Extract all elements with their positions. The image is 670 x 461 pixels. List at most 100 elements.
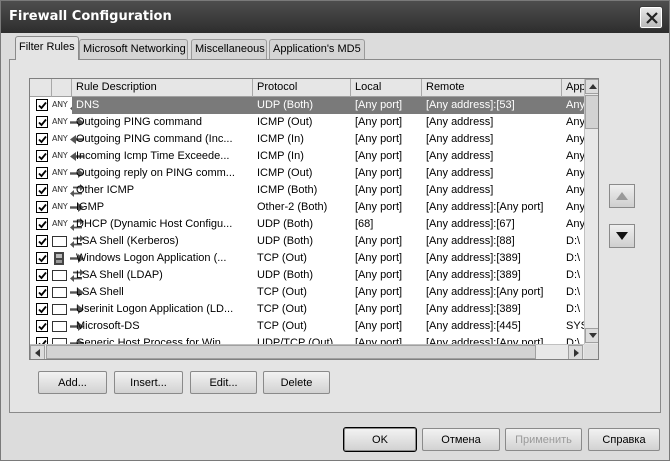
checkmark-icon xyxy=(38,254,47,263)
close-button[interactable] xyxy=(639,6,663,29)
cell-app: D:\ xyxy=(566,286,581,298)
header-check-column[interactable] xyxy=(30,79,52,97)
scroll-up-button[interactable] xyxy=(585,79,598,94)
scroll-right-button[interactable] xyxy=(568,345,583,359)
table-row[interactable]: ANY IGMP Other-2 (Both) [Any port] [Any addr… xyxy=(30,199,584,216)
cancel-button[interactable]: Отмена xyxy=(422,428,500,451)
checkmark-icon xyxy=(38,271,47,280)
rule-checkbox[interactable] xyxy=(36,235,48,247)
rule-checkbox[interactable] xyxy=(36,201,48,213)
cell-local: [Any port] xyxy=(355,133,403,145)
vertical-scrollbar[interactable] xyxy=(584,79,598,344)
checkmark-icon xyxy=(38,101,47,110)
table-row[interactable]: LSA Shell (Kerberos) UDP (Both) [Any port]… xyxy=(30,233,584,250)
checkmark-icon xyxy=(38,186,47,195)
table-row[interactable]: ANY Outgoing PING command ICMP (Out) [Any p… xyxy=(30,114,584,131)
table-row[interactable]: Windows Logon Application (... TCP (Out) [… xyxy=(30,250,584,267)
cell-local: [Any port] xyxy=(355,320,403,332)
rule-checkbox[interactable] xyxy=(36,269,48,281)
checkmark-icon xyxy=(38,220,47,229)
checkmark-icon xyxy=(38,203,47,212)
move-up-button[interactable] xyxy=(609,184,635,208)
any-label: ANY xyxy=(52,202,68,211)
cell-local: [Any port] xyxy=(351,97,422,114)
list-header: Rule Description Protocol Local Remote A… xyxy=(30,79,586,97)
triangle-down-icon xyxy=(616,232,628,240)
tab-microsoft-networking[interactable]: Microsoft Networking xyxy=(79,39,188,59)
edit-button[interactable]: Edit... xyxy=(190,371,257,394)
header-protocol[interactable]: Protocol xyxy=(253,79,351,97)
table-row[interactable]: ANY DNS UDP (Both) [Any port] [Any address]:… xyxy=(30,97,584,114)
cell-protocol: ICMP (Out) xyxy=(257,116,313,128)
horizontal-scrollbar[interactable] xyxy=(30,344,584,359)
application-window-icon xyxy=(52,270,67,281)
application-window-icon xyxy=(52,287,67,298)
arrow-up-icon xyxy=(589,84,597,89)
table-row[interactable]: ANY Outgoing PING command (Inc... ICMP (In… xyxy=(30,131,584,148)
cell-desc: Windows Logon Application (... xyxy=(76,252,227,264)
header-local[interactable]: Local xyxy=(351,79,422,97)
scroll-left-button[interactable] xyxy=(30,345,45,359)
table-row[interactable]: ANY Other ICMP ICMP (Both) [Any port] [Any a… xyxy=(30,182,584,199)
header-remote[interactable]: Remote xyxy=(422,79,562,97)
cell-remote: [Any address] xyxy=(426,116,494,128)
table-row[interactable]: Userinit Logon Application (LD... TCP (Ou… xyxy=(30,301,584,318)
rule-checkbox[interactable] xyxy=(36,167,48,179)
add-button[interactable]: Add... xyxy=(38,371,107,394)
cell-remote: [Any address]:[Any port] xyxy=(426,201,544,213)
triangle-up-icon xyxy=(616,192,628,200)
table-row[interactable]: ANY DHCP (Dynamic Host Configu... UDP (Bot… xyxy=(30,216,584,233)
table-row[interactable]: ANY Outgoing reply on PING comm... ICMP (O… xyxy=(30,165,584,182)
header-rule-description[interactable]: Rule Description xyxy=(72,79,253,97)
rule-checkbox[interactable] xyxy=(36,99,48,111)
rule-checkbox[interactable] xyxy=(36,303,48,315)
table-row[interactable]: LSA Shell TCP (Out) [Any port] [Any address… xyxy=(30,284,584,301)
any-label: ANY xyxy=(52,117,68,126)
apply-button[interactable]: Применить xyxy=(505,428,582,451)
rule-checkbox[interactable] xyxy=(36,320,48,332)
ok-button[interactable]: OK xyxy=(343,427,417,452)
application-window-icon xyxy=(52,321,67,332)
title-bar: Firewall Configuration xyxy=(1,1,669,33)
rule-checkbox[interactable] xyxy=(36,218,48,230)
rule-checkbox[interactable] xyxy=(36,252,48,264)
header-icon-column[interactable] xyxy=(52,79,72,97)
cell-protocol: TCP (Out) xyxy=(257,286,307,298)
table-row[interactable]: ANY Incoming Icmp Time Exceede... ICMP (In… xyxy=(30,148,584,165)
tab-filter-rules[interactable]: Filter Rules xyxy=(15,36,79,60)
rule-checkbox[interactable] xyxy=(36,184,48,196)
rule-checkbox[interactable] xyxy=(36,116,48,128)
cell-protocol: ICMP (In) xyxy=(257,133,304,145)
checkmark-icon xyxy=(38,152,47,161)
cell-protocol: ICMP (Out) xyxy=(257,167,313,179)
cell-app: Any xyxy=(566,167,584,179)
cell-app: Any xyxy=(566,184,584,196)
cell-remote: [Any address] xyxy=(426,133,494,145)
cell-remote: [Any address]:[389] xyxy=(426,303,521,315)
cell-protocol: TCP (Out) xyxy=(257,303,307,315)
rules-list[interactable]: Rule Description Protocol Local Remote A… xyxy=(29,78,599,360)
move-down-button[interactable] xyxy=(609,224,635,248)
tab-miscellaneous[interactable]: Miscellaneous xyxy=(191,39,267,59)
vertical-scroll-thumb[interactable] xyxy=(585,95,598,129)
cell-remote: [Any address]:[445] xyxy=(426,320,521,332)
horizontal-scroll-thumb[interactable] xyxy=(46,345,536,359)
cell-protocol: UDP (Both) xyxy=(257,218,314,230)
scroll-down-button[interactable] xyxy=(585,328,598,343)
rule-checkbox[interactable] xyxy=(36,150,48,162)
table-row[interactable]: Microsoft-DS TCP (Out) [Any port] [Any addr… xyxy=(30,318,584,335)
cell-desc: Userinit Logon Application (LD... xyxy=(76,303,234,315)
delete-button[interactable]: Delete xyxy=(263,371,330,394)
table-row[interactable]: LSA Shell (LDAP) UDP (Both) [Any port] [Any… xyxy=(30,267,584,284)
rule-checkbox[interactable] xyxy=(36,133,48,145)
help-button[interactable]: Справка xyxy=(588,428,660,451)
any-label: ANY xyxy=(52,100,68,109)
tab-applications-md5[interactable]: Application's MD5 xyxy=(269,39,365,59)
cell-app: SYS xyxy=(566,320,584,332)
cell-local: [Any port] xyxy=(355,269,403,281)
rule-checkbox[interactable] xyxy=(36,286,48,298)
logon-application-icon xyxy=(54,252,64,265)
insert-button[interactable]: Insert... xyxy=(114,371,183,394)
cell-app: Any xyxy=(566,150,584,162)
checkmark-icon xyxy=(38,169,47,178)
